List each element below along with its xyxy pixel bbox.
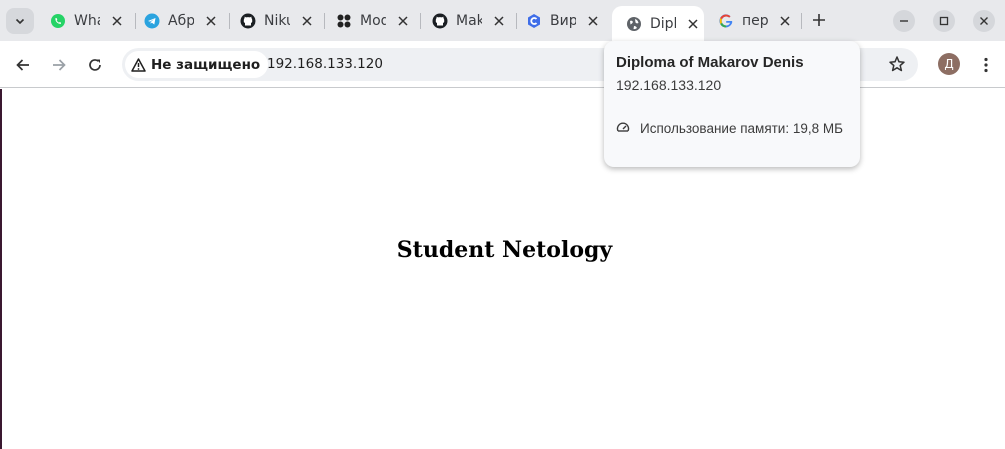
maximize-button[interactable]	[933, 10, 955, 32]
tab-title: Diploma of Makarov Denis	[650, 15, 676, 32]
bookmark-star-icon[interactable]	[888, 55, 906, 77]
arrow-left-icon	[16, 59, 29, 71]
close-icon[interactable]	[686, 17, 700, 31]
security-label: Не защищено	[151, 56, 261, 73]
page-heading: Student Netology	[396, 237, 613, 263]
tab-whatsapp[interactable]: WhatsApp	[36, 6, 130, 36]
tab-modules[interactable]: Modules	[322, 6, 416, 36]
hover-card-title: Diploma of Makarov Denis	[616, 54, 804, 71]
more-vert-icon	[984, 57, 988, 73]
modules-icon	[336, 13, 352, 29]
tab-diploma[interactable]: Diploma of Makarov Denis	[612, 6, 704, 41]
plus-icon	[813, 14, 825, 26]
tab-title: Modules	[360, 13, 386, 29]
arrow-right-icon	[53, 59, 66, 71]
close-icon[interactable]	[204, 14, 218, 28]
back-button[interactable]	[11, 53, 35, 77]
minimize-button[interactable]	[893, 10, 915, 32]
close-icon[interactable]	[300, 14, 314, 28]
tab-cloud[interactable]: Виртуальные	[512, 6, 610, 36]
close-icon[interactable]	[778, 14, 792, 28]
tab-title: Nikulin	[264, 13, 290, 29]
close-icon[interactable]	[110, 14, 124, 28]
tab-title: перевод	[742, 13, 768, 29]
gauge-icon	[616, 121, 632, 133]
url-text[interactable]: 192.168.133.120	[267, 56, 383, 72]
github-icon	[240, 13, 256, 29]
tab-separator	[801, 13, 802, 29]
hover-card-url: 192.168.133.120	[616, 77, 722, 93]
menu-button[interactable]	[976, 53, 996, 77]
tab-title: Makarov	[456, 13, 482, 29]
new-tab-button[interactable]	[809, 10, 829, 30]
tab-title: Абракадабра	[168, 13, 194, 29]
telegram-icon	[144, 13, 160, 29]
tab-strip: WhatsApp Абракадабра Nikulin Modules Mak…	[0, 0, 1005, 41]
chevron-down-icon	[15, 18, 25, 25]
close-icon[interactable]	[396, 14, 410, 28]
profile-initial: Д	[944, 57, 954, 71]
tab-github-makarov[interactable]: Makarov	[418, 6, 512, 36]
whatsapp-icon	[50, 13, 66, 29]
reload-icon	[89, 59, 101, 71]
tab-google[interactable]: перевод	[704, 6, 800, 36]
tab-title: Виртуальные	[550, 13, 576, 29]
avatar[interactable]: Д	[938, 53, 960, 75]
close-icon[interactable]	[586, 14, 600, 28]
globe-icon	[626, 16, 642, 32]
close-icon	[980, 17, 988, 25]
google-icon	[718, 13, 734, 29]
tab-title: WhatsApp	[74, 13, 100, 29]
cloud-icon	[526, 13, 542, 29]
github-icon	[432, 13, 448, 29]
tab-github-nikulin[interactable]: Nikulin	[226, 6, 320, 36]
memory-usage-text: Использование памяти: 19,8 МБ	[640, 121, 843, 136]
memory-usage: Использование памяти: 19,8 МБ	[616, 120, 855, 138]
maximize-icon	[939, 16, 949, 26]
security-chip[interactable]: Не защищено	[125, 51, 269, 78]
tab-telegram[interactable]: Абракадабра	[130, 6, 224, 36]
close-window-button[interactable]	[973, 10, 995, 32]
close-icon[interactable]	[492, 14, 506, 28]
tab-hover-card: Diploma of Makarov Denis 192.168.133.120…	[604, 41, 860, 167]
forward-button[interactable]	[47, 53, 71, 77]
reload-button[interactable]	[83, 53, 107, 77]
tab-search-button[interactable]	[6, 8, 34, 34]
warning-icon	[131, 57, 146, 72]
minimize-icon	[900, 20, 908, 22]
